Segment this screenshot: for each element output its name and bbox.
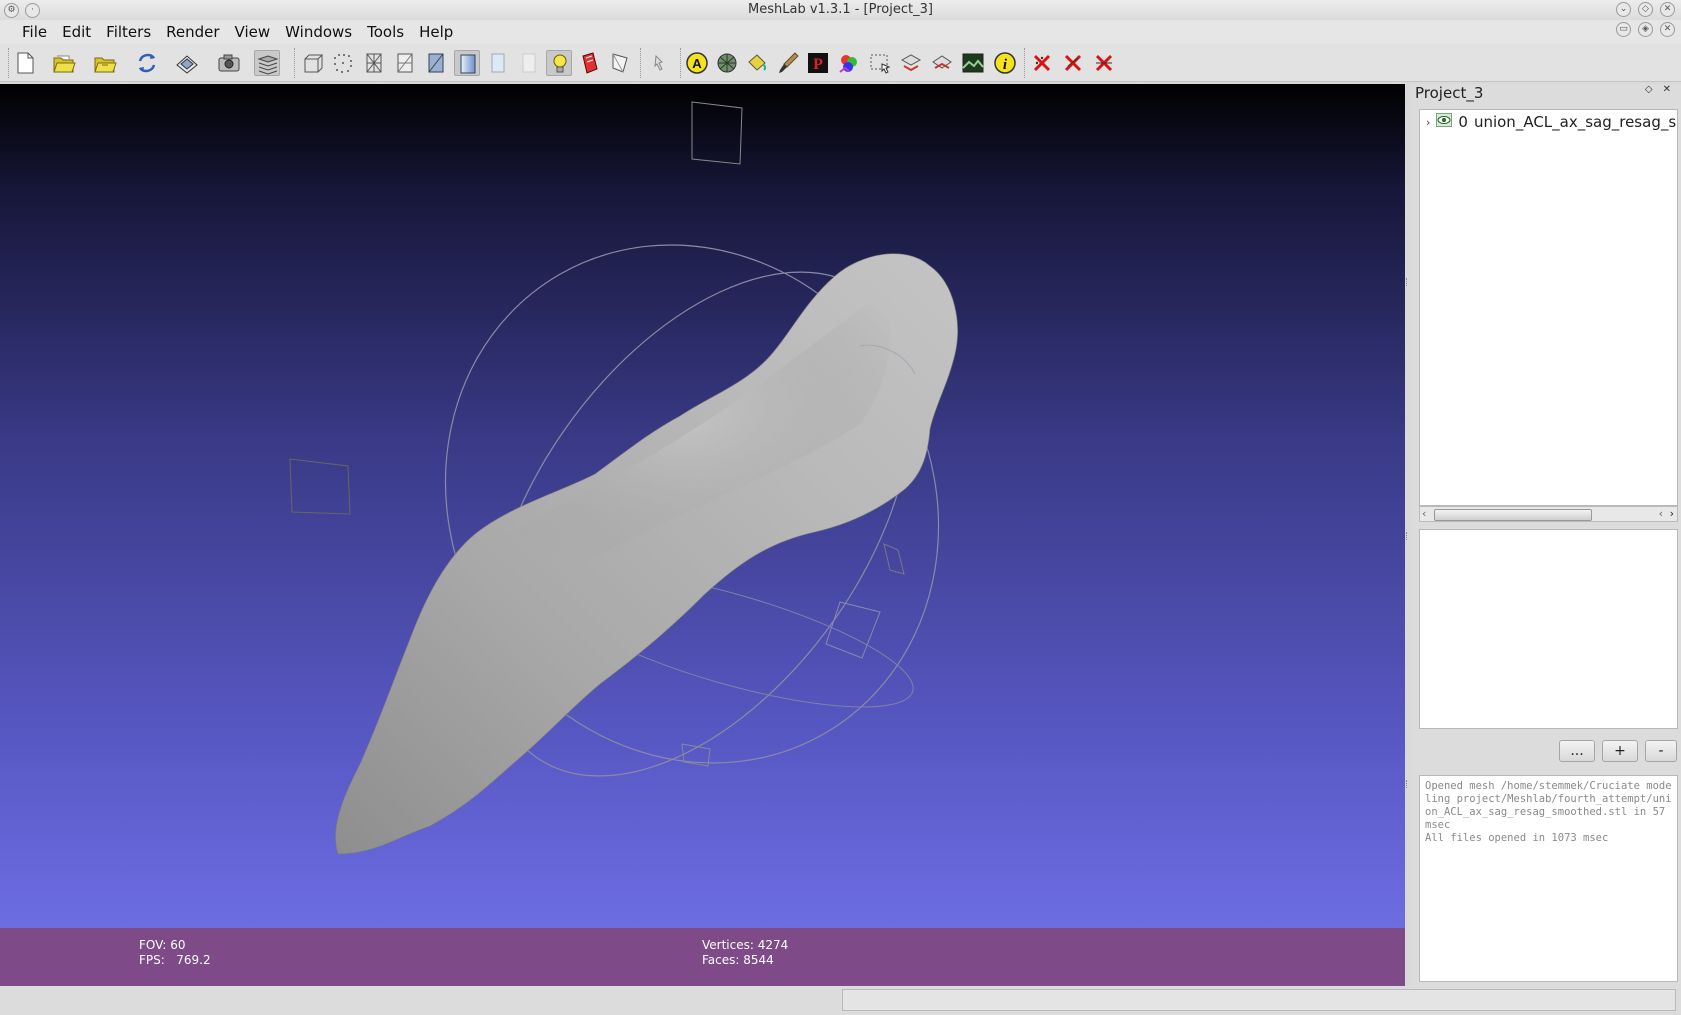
menu-file[interactable]: File <box>22 23 47 41</box>
svg-text:A: A <box>692 56 702 71</box>
color-palette-icon[interactable] <box>836 50 862 76</box>
lighting-bulb-icon[interactable] <box>546 50 572 76</box>
log-text: Opened mesh /home/stemmek/Cruciate model… <box>1425 780 1672 844</box>
menu-bar: File Edit Filters Render View Windows To… <box>0 20 1681 44</box>
mdi-controls: ▭ ◈ ✕ <box>1616 22 1675 37</box>
layer-name[interactable]: union_ACL_ax_sag_resag_smoothed <box>1474 113 1677 131</box>
snapshot-camera-icon[interactable] <box>216 50 242 76</box>
flat-shading-icon[interactable] <box>423 50 449 76</box>
reload-icon[interactable] <box>134 50 160 76</box>
paint-bucket-icon[interactable] <box>744 50 770 76</box>
camera-frame-small <box>883 543 905 575</box>
mdi-close-icon[interactable]: ✕ <box>1660 22 1675 37</box>
add-button[interactable]: + <box>1602 740 1638 762</box>
wireframe-icon[interactable] <box>361 50 387 76</box>
fps-readout: FPS: 769.2 <box>139 953 211 967</box>
more-button[interactable]: ... <box>1559 740 1595 762</box>
fps-value: 769.2 <box>176 953 211 967</box>
brush-icon[interactable] <box>775 50 801 76</box>
layer-tree[interactable]: › 0 union_ACL_ax_sag_resag_smoothed <box>1419 109 1678 506</box>
toolbar-grip-2[interactable] <box>294 48 298 78</box>
float-panel-icon[interactable]: ◇ <box>1645 84 1653 95</box>
svg-text:P: P <box>813 56 823 73</box>
main-toolbar: A P i <box>0 44 1681 82</box>
mdi-restore-icon[interactable]: ◈ <box>1638 22 1653 37</box>
faces-value: 8544 <box>743 953 774 967</box>
info-icon[interactable]: i <box>992 50 1018 76</box>
mesh-scene[interactable] <box>0 84 1405 928</box>
info-overlay: FOV: 60 FPS: 769.2 Vertices: 4274 Faces:… <box>0 928 1405 986</box>
toolbar-grip-3[interactable] <box>640 48 644 78</box>
menu-filters[interactable]: Filters <box>106 23 151 41</box>
mdi-minimize-icon[interactable]: ▭ <box>1616 22 1631 37</box>
menu-windows[interactable]: Windows <box>285 23 352 41</box>
decorator-box[interactable] <box>1419 529 1678 729</box>
menu-tools[interactable]: Tools <box>367 23 404 41</box>
scroll-right-icon[interactable]: › <box>1670 507 1674 521</box>
annotation-a-icon[interactable]: A <box>684 50 710 76</box>
layer-row[interactable]: › 0 union_ACL_ax_sag_resag_smoothed <box>1426 113 1677 131</box>
vertices-readout: Vertices: 4274 <box>702 938 789 952</box>
scroll-thumb[interactable] <box>1434 509 1592 521</box>
menu-edit[interactable]: Edit <box>62 23 91 41</box>
transform-icon[interactable] <box>646 50 672 76</box>
bounding-box-icon[interactable] <box>300 50 326 76</box>
delete-vertices-icon[interactable] <box>1060 50 1086 76</box>
progress-field <box>842 989 1676 1011</box>
remove-button[interactable]: - <box>1645 740 1677 762</box>
menu-view[interactable]: View <box>235 23 271 41</box>
selection-icon[interactable] <box>577 50 603 76</box>
scroll-left-icon[interactable]: ‹ <box>1422 507 1426 521</box>
scroll-left-end-icon[interactable]: ‹ <box>1659 507 1663 521</box>
smooth-shading-icon[interactable] <box>454 50 480 76</box>
open-project-icon[interactable] <box>92 50 118 76</box>
fov-readout: FOV: 60 <box>139 938 186 952</box>
close-icon[interactable]: ✕ <box>1660 2 1675 17</box>
backface-icon[interactable] <box>516 50 542 76</box>
log-area[interactable]: Opened mesh /home/stemmek/Cruciate model… <box>1419 775 1678 982</box>
camera-frame-left <box>289 458 351 515</box>
close-panel-icon[interactable]: ✕ <box>1663 84 1671 95</box>
camera-frame-right <box>825 601 881 659</box>
toolbar-grip-5[interactable] <box>1024 48 1028 78</box>
save-icon[interactable] <box>174 50 200 76</box>
minimize-icon[interactable]: ⌄ <box>1616 2 1631 17</box>
faces-readout: Faces: 8544 <box>702 953 774 967</box>
fov-value: 60 <box>170 938 186 952</box>
status-bar <box>0 986 1681 1015</box>
raster-icon[interactable] <box>960 50 986 76</box>
delete-faces-icon[interactable] <box>1091 50 1117 76</box>
layers-icon[interactable] <box>254 50 280 76</box>
menu-render[interactable]: Render <box>166 23 219 41</box>
title-bar: ⚙ · MeshLab v1.3.1 - [Project_3] ⌄ ◇ ✕ <box>0 0 1681 20</box>
3d-viewport[interactable]: FOV: 60 FPS: 769.2 Vertices: 4274 Faces:… <box>0 84 1405 986</box>
expand-chevron-icon[interactable]: › <box>1426 116 1430 129</box>
open-folder-icon[interactable] <box>51 50 77 76</box>
select-region-icon[interactable] <box>867 50 893 76</box>
pointer-icon[interactable] <box>607 50 633 76</box>
align-icon[interactable] <box>929 50 955 76</box>
vertices-value: 4274 <box>757 938 789 952</box>
menu-help[interactable]: Help <box>419 23 453 41</box>
layer-index: 0 <box>1458 113 1468 131</box>
points-icon[interactable] <box>330 50 356 76</box>
hidden-lines-icon[interactable] <box>392 50 418 76</box>
texture-sphere-icon[interactable] <box>714 50 740 76</box>
maximize-icon[interactable]: ◇ <box>1638 2 1653 17</box>
texture-icon[interactable] <box>485 50 511 76</box>
new-document-icon[interactable] <box>12 50 38 76</box>
pick-points-icon[interactable]: P <box>805 50 831 76</box>
delete-icon[interactable] <box>1029 50 1055 76</box>
panel-title: Project_3 <box>1415 84 1484 102</box>
layer-hscrollbar[interactable]: ‹ ‹ › <box>1419 506 1678 522</box>
layer-dialog: Project_3 ◇ ✕ › 0 union_ACL_ax_sag_resag… <box>1410 84 1681 986</box>
window-title: MeshLab v1.3.1 - [Project_3] <box>748 2 933 17</box>
manipulate-icon[interactable] <box>898 50 924 76</box>
camera-frame-top <box>691 101 743 165</box>
visibility-eye-icon[interactable] <box>1436 113 1453 131</box>
